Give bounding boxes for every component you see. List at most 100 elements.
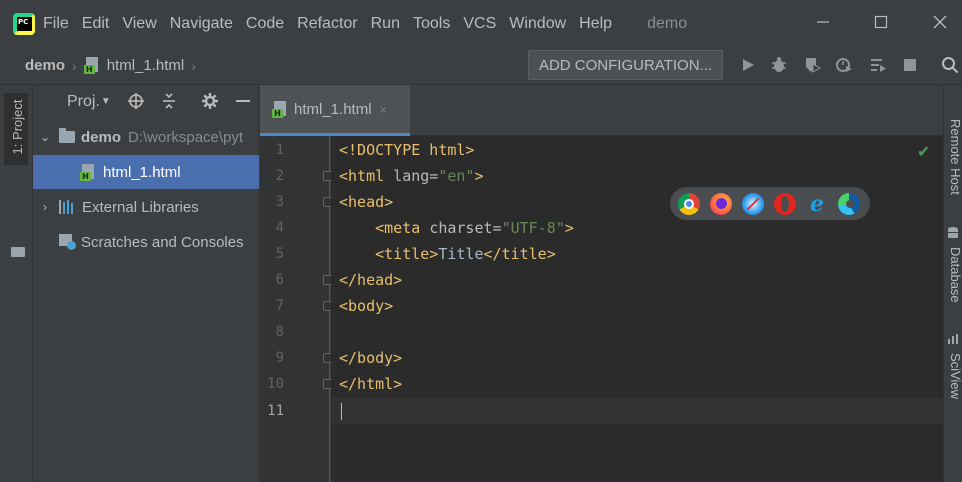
tree-row-external-libraries[interactable]: › External Libraries [33, 190, 259, 224]
profile-button[interactable] [834, 55, 854, 75]
project-tool-label: 1: Project [10, 99, 25, 155]
chevron-down-icon[interactable]: ⌄ [38, 130, 52, 144]
stop-button[interactable] [900, 55, 920, 75]
tree-row-root[interactable]: ⌄ demo D:\workspace\pyt [33, 120, 259, 154]
scratches-icon [59, 234, 76, 250]
chevron-right-icon: › [72, 57, 77, 74]
run-with-coverage-button[interactable] [802, 55, 822, 75]
run-concurrency-button[interactable] [868, 55, 888, 75]
opera-icon[interactable] [774, 192, 796, 215]
line-number: 7 [275, 298, 284, 314]
sciview-tool-button[interactable]: SciView [944, 353, 962, 399]
chevron-right-icon[interactable]: › [38, 200, 52, 214]
close-window-button[interactable] [928, 10, 952, 34]
editor-tab-bar: H html_1.html × [260, 85, 943, 136]
project-tool-window-button[interactable]: 1: Project [4, 93, 28, 165]
menu-tools[interactable]: Tools [413, 15, 450, 33]
window-title: demo [647, 14, 688, 32]
line-number-current: 11 [267, 403, 284, 419]
chrome-icon[interactable] [678, 192, 700, 215]
menu-refactor[interactable]: Refactor [297, 15, 357, 33]
chevron-right-icon: › [191, 57, 196, 74]
panel-settings-button[interactable] [200, 91, 220, 111]
database-tool-button[interactable]: Database [944, 247, 962, 303]
menu-vcs[interactable]: VCS [463, 15, 496, 33]
play-icon [743, 59, 754, 71]
project-view-selector[interactable]: Proj. [67, 93, 100, 111]
code-line-2: <html lang="en"> [339, 167, 484, 185]
line-number: 8 [275, 324, 284, 340]
safari-icon[interactable] [742, 192, 764, 215]
database-icon [948, 227, 958, 238]
tree-external-libraries-label: External Libraries [82, 198, 199, 216]
editor-gutter: 1 2 3 4 5 6 7 8 9 10 11 [260, 136, 332, 482]
project-panel: Proj. ▼ ⌄ demo D:\workspace\pyt H html_1… [33, 85, 259, 482]
coverage-icon [806, 58, 821, 73]
menu-code[interactable]: Code [246, 15, 284, 33]
folder-icon[interactable] [11, 247, 25, 257]
line-number: 6 [275, 272, 284, 288]
tree-scratches-label: Scratches and Consoles [81, 233, 244, 251]
menu-view[interactable]: View [122, 15, 156, 33]
pycharm-logo-icon [13, 12, 35, 35]
browser-preview-popup: e [670, 187, 870, 220]
code-line-10: </html> [339, 375, 403, 393]
code-line-9: </body> [339, 349, 403, 367]
collapse-all-button[interactable] [159, 91, 179, 111]
menu-navigate[interactable]: Navigate [170, 15, 233, 33]
locate-file-button[interactable] [126, 91, 146, 111]
concurrency-icon [871, 59, 886, 72]
code-line-5: <title>Title</title> [339, 245, 556, 263]
line-number: 2 [275, 168, 284, 184]
html-file-icon: H [80, 163, 96, 181]
tree-file-name: html_1.html [103, 163, 181, 181]
debug-button[interactable] [769, 55, 789, 75]
breadcrumb-file[interactable]: html_1.html [107, 57, 185, 74]
tab-close-icon[interactable]: × [380, 102, 388, 117]
maximize-icon [874, 15, 888, 29]
crosshair-icon [128, 93, 144, 109]
line-number: 5 [275, 246, 284, 262]
inspection-ok-icon[interactable]: ✔ [917, 142, 930, 162]
tree-root-name: demo [81, 128, 122, 146]
line-number: 4 [275, 220, 284, 236]
run-button[interactable] [738, 55, 758, 75]
hide-panel-button[interactable] [233, 91, 253, 111]
tree-row-html-file[interactable]: H html_1.html [33, 155, 259, 189]
html-file-icon: H [272, 100, 288, 118]
line-number: 1 [275, 142, 284, 158]
project-panel-header: Proj. ▼ [33, 85, 258, 118]
code-line-4: <meta charset="UTF-8"> [339, 219, 574, 237]
html-file-icon: H [83, 57, 100, 74]
internet-explorer-icon[interactable]: e [806, 193, 828, 215]
current-line-highlight [331, 398, 943, 424]
code-line-3: <head> [339, 193, 394, 211]
menu-file[interactable]: File [43, 15, 69, 33]
menu-edit[interactable]: Edit [82, 15, 110, 33]
remote-host-tool-button[interactable]: Remote Host [944, 119, 962, 195]
menu-run[interactable]: Run [371, 15, 400, 33]
minimize-button[interactable] [811, 10, 835, 34]
minimize-icon [236, 100, 250, 102]
line-number: 10 [267, 376, 284, 392]
add-configuration-button[interactable]: ADD CONFIGURATION... [528, 50, 723, 80]
search-everywhere-button[interactable] [940, 55, 960, 75]
edge-icon[interactable] [838, 192, 860, 215]
tree-root-path: D:\workspace\pyt [128, 128, 244, 146]
code-line-1: <!DOCTYPE html> [339, 141, 475, 159]
gear-icon [202, 93, 218, 109]
collapse-all-icon [163, 93, 175, 109]
firefox-icon[interactable] [710, 192, 732, 215]
menu-help[interactable]: Help [579, 15, 612, 33]
dropdown-arrow-icon[interactable]: ▼ [101, 96, 111, 107]
tab-html-1[interactable]: H html_1.html × [260, 85, 410, 136]
sciview-icon [948, 334, 958, 344]
breadcrumb-project[interactable]: demo [25, 57, 65, 74]
library-icon [59, 200, 76, 214]
menu-bar: File Edit View Navigate Code Refactor Ru… [0, 0, 962, 47]
maximize-button[interactable] [869, 10, 893, 34]
profiler-icon [836, 58, 852, 72]
menu-window[interactable]: Window [509, 15, 566, 33]
folder-icon [59, 128, 75, 143]
tree-row-scratches[interactable]: Scratches and Consoles [33, 225, 259, 259]
